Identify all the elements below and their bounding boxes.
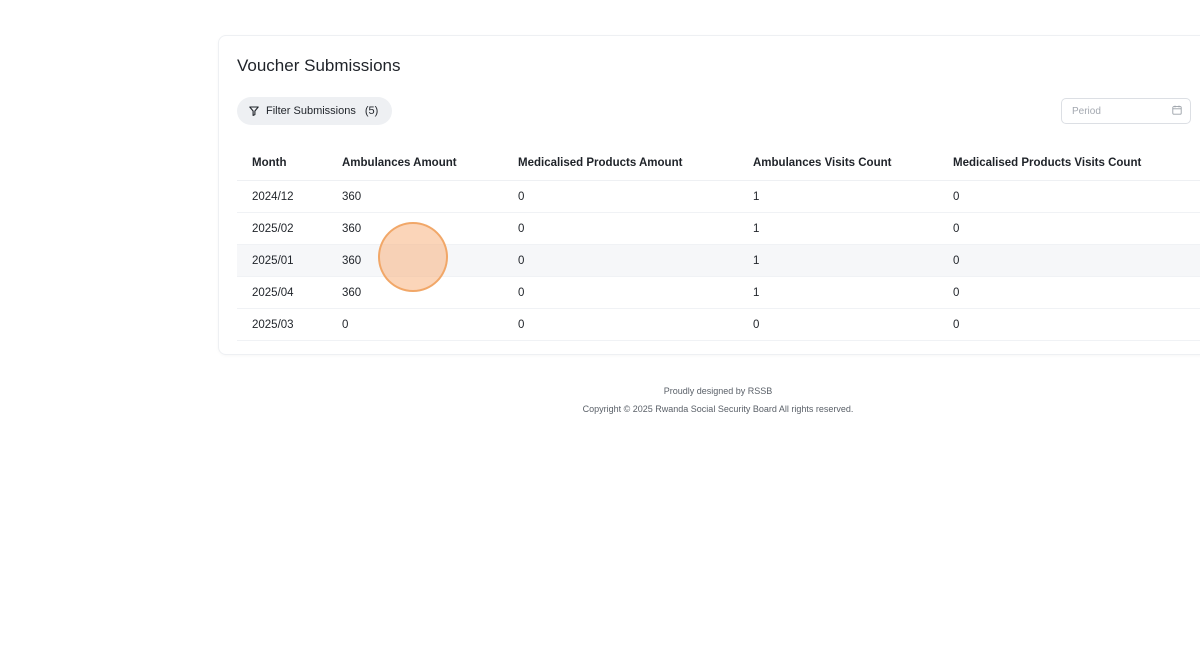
cell-ambulances-visits-count: 1 <box>753 244 953 277</box>
table-row[interactable]: 2024/12 360 0 1 0 <box>237 180 1200 213</box>
period-input[interactable] <box>1072 105 1172 117</box>
footer-copyright: Copyright © 2025 Rwanda Social Security … <box>582 404 854 414</box>
column-header-medicalised-products-amount[interactable]: Medicalised Products Amount <box>518 145 753 181</box>
cell-ambulances-visits-count: 1 <box>753 212 953 245</box>
submissions-table: Month Ambulances Amount Medicalised Prod… <box>237 145 1200 341</box>
cell-ambulances-visits-count: 1 <box>753 180 953 213</box>
column-header-medicalised-products-visits-count[interactable]: Medicalised Products Visits Count <box>953 145 1200 181</box>
voucher-submissions-card: Voucher Submissions Filter Submissions (… <box>218 35 1200 355</box>
cell-month: 2025/03 <box>237 308 342 341</box>
table-header-row: Month Ambulances Amount Medicalised Prod… <box>237 145 1200 181</box>
cell-ambulances-amount: 360 <box>342 212 518 245</box>
column-header-ambulances-visits-count[interactable]: Ambulances Visits Count <box>753 145 953 181</box>
cell-medicalised-products-amount: 0 <box>518 276 753 309</box>
cell-ambulances-amount: 360 <box>342 276 518 309</box>
cell-medicalised-products-visits-count: 0 <box>953 244 1200 277</box>
page: Voucher Submissions Filter Submissions (… <box>0 0 1200 670</box>
cell-medicalised-products-amount: 0 <box>518 212 753 245</box>
cell-month: 2024/12 <box>237 180 342 213</box>
cell-medicalised-products-amount: 0 <box>518 308 753 341</box>
cell-ambulances-visits-count: 0 <box>753 308 953 341</box>
cell-ambulances-amount: 0 <box>342 308 518 341</box>
table-row[interactable]: 2025/04 360 0 1 0 <box>237 276 1200 309</box>
cell-ambulances-amount: 360 <box>342 180 518 213</box>
cell-medicalised-products-amount: 0 <box>518 180 753 213</box>
cell-medicalised-products-amount: 0 <box>518 244 753 277</box>
footer-credit: Proudly designed by RSSB <box>663 386 773 396</box>
table-row[interactable]: 2025/02 360 0 1 0 <box>237 212 1200 245</box>
cell-medicalised-products-visits-count: 0 <box>953 276 1200 309</box>
cell-ambulances-amount: 360 <box>342 244 518 277</box>
cell-month: 2025/01 <box>237 244 342 277</box>
column-header-month[interactable]: Month <box>237 145 342 181</box>
cell-ambulances-visits-count: 1 <box>753 276 953 309</box>
table-body: 2024/12 360 0 1 0 2025/02 360 0 1 0 2025… <box>237 180 1200 341</box>
table-header: Month Ambulances Amount Medicalised Prod… <box>237 145 1200 181</box>
cell-medicalised-products-visits-count: 0 <box>953 180 1200 213</box>
page-title: Voucher Submissions <box>237 56 401 75</box>
cell-medicalised-products-visits-count: 0 <box>953 212 1200 245</box>
cell-month: 2025/02 <box>237 212 342 245</box>
filter-icon <box>249 106 259 116</box>
filter-submissions-button[interactable]: Filter Submissions (5) <box>237 97 393 125</box>
submissions-table-container: Month Ambulances Amount Medicalised Prod… <box>237 145 1200 341</box>
table-row[interactable]: 2025/01 360 0 1 0 <box>237 244 1200 277</box>
cell-medicalised-products-visits-count: 0 <box>953 308 1200 341</box>
period-picker[interactable] <box>1061 98 1191 124</box>
calendar-icon[interactable] <box>1172 102 1182 120</box>
table-row[interactable]: 2025/03 0 0 0 0 <box>237 308 1200 341</box>
filter-count-badge: (5) <box>364 105 379 117</box>
cell-month: 2025/04 <box>237 276 342 309</box>
filter-submissions-label: Filter Submissions <box>266 105 356 117</box>
column-header-ambulances-amount[interactable]: Ambulances Amount <box>342 145 518 181</box>
